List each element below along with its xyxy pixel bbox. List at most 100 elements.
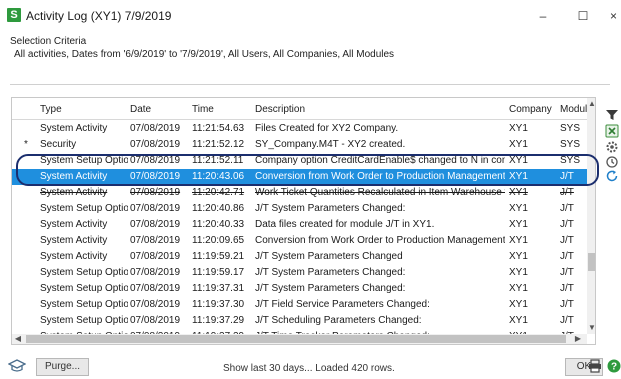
maximize-button[interactable]: ☐ [568, 5, 598, 27]
table-row[interactable]: System Setup Option...07/08/2019 11:19:59… [12, 265, 587, 281]
purge-button[interactable]: Purge... [36, 358, 89, 376]
cell-type: System Setup Option... [40, 299, 128, 310]
refresh-icon[interactable] [605, 169, 619, 183]
cell-company: XY1 [509, 203, 528, 214]
table-row[interactable]: System Setup Option...07/08/2019 11:19:37… [12, 297, 587, 313]
cell-date: 07/08/2019 [130, 123, 181, 134]
column-header-company[interactable]: Company [509, 104, 552, 115]
cell-company: XY1 [509, 283, 528, 294]
activity-log-grid[interactable]: Type Date Time Description Company Modul… [11, 97, 596, 345]
cell-date: 07/08/2019 [130, 299, 181, 310]
cell-time: 11:19:37.29 [192, 315, 245, 326]
table-row[interactable]: System Setup Option...07/08/2019 11:19:37… [12, 281, 587, 297]
cell-company: XY1 [509, 171, 528, 182]
graduation-cap-icon[interactable] [8, 359, 26, 373]
table-row[interactable]: System Activity 07/08/2019 11:21:54.63 File… [12, 121, 587, 137]
cell-time: 11:19:59.21 [192, 251, 245, 262]
cell-company: XY1 [509, 315, 528, 326]
footer-bar: Purge... Show last 30 days... Loaded 420… [0, 352, 621, 379]
cell-time: 11:21:52.11 [192, 155, 244, 166]
close-button[interactable]: × [606, 5, 621, 27]
horizontal-scroll-thumb[interactable] [26, 335, 566, 343]
cell-date: 07/08/2019 [130, 315, 181, 326]
cell-time: 11:21:54.63 [192, 123, 245, 134]
cell-company: XY1 [509, 267, 528, 278]
column-header-date[interactable]: Date [130, 104, 151, 115]
cell-company: XY1 [509, 219, 528, 230]
export-excel-icon[interactable] [605, 124, 619, 138]
cell-type: Security [40, 139, 77, 150]
scroll-right-icon[interactable]: ▶ [572, 334, 584, 344]
cell-description: SY_Company.M4T - XY2 created. [255, 139, 406, 150]
selection-criteria-text: All activities, Dates from '6/9/2019' to… [14, 49, 395, 60]
cell-module: J/T [560, 251, 574, 262]
cell-company: XY1 [509, 251, 528, 262]
settings-gear-icon[interactable] [605, 140, 619, 154]
cell-date: 07/08/2019 [130, 187, 181, 198]
column-header-description[interactable]: Description [255, 104, 305, 115]
cell-company: XY1 [509, 155, 528, 166]
cell-time: 11:21:52.12 [192, 139, 245, 150]
cell-date: 07/08/2019 [130, 251, 181, 262]
table-row[interactable]: System Activity 07/08/2019 11:19:59.21 J/T … [12, 249, 587, 265]
svg-text:?: ? [611, 362, 617, 373]
cell-module: SYS [560, 139, 581, 150]
cell-time: 11:19:37.30 [192, 299, 245, 310]
grid-header: Type Date Time Description Company Modul… [12, 98, 593, 120]
cell-date: 07/08/2019 [130, 283, 181, 294]
vertical-scroll-thumb[interactable] [588, 253, 595, 271]
cell-company: XY1 [509, 187, 528, 198]
cell-mark: * [24, 139, 28, 150]
cell-description: Company option CreditCardEnable$ changed… [255, 155, 505, 166]
cell-module: J/T [560, 235, 574, 246]
table-row[interactable]: * Security 07/08/2019 11:21:52.12 SY_Company… [12, 137, 587, 153]
cell-module: J/T [560, 171, 574, 182]
status-text: Show last 30 days... Loaded 420 rows. [223, 363, 395, 374]
cell-description: J/T System Parameters Changed: [255, 203, 406, 214]
cell-module: J/T [560, 203, 574, 214]
scroll-left-icon[interactable]: ◀ [12, 334, 24, 344]
cell-description: J/T System Parameters Changed: [255, 267, 406, 278]
cell-description: Data files created for module J/T in XY1… [255, 219, 435, 230]
cell-date: 07/08/2019 [130, 203, 181, 214]
cell-time: 11:20:09.65 [192, 235, 245, 246]
cell-module: J/T [560, 267, 574, 278]
cell-description: Conversion from Work Order to Production… [255, 235, 505, 246]
vertical-scrollbar[interactable]: ▲ ▼ [587, 98, 595, 334]
cell-type: System Setup Option... [40, 267, 128, 278]
cell-module: J/T [560, 187, 574, 198]
cell-date: 07/08/2019 [130, 219, 181, 230]
cell-type: System Activity [40, 251, 108, 262]
cell-description: Work Ticket Quantities Recalculated in I… [255, 187, 505, 198]
column-header-type[interactable]: Type [40, 104, 62, 115]
cell-time: 11:19:59.17 [192, 267, 245, 278]
cell-module: SYS [560, 123, 581, 134]
scroll-up-icon[interactable]: ▲ [587, 98, 595, 110]
help-icon[interactable]: ? [607, 359, 621, 373]
table-row[interactable]: System Activity 07/08/2019 11:20:09.65 Conv… [12, 233, 587, 249]
cell-time: 11:19:37.31 [192, 283, 245, 294]
table-row[interactable]: System Setup Option...07/08/2019 11:20:40… [12, 201, 587, 217]
minimize-button[interactable]: – [528, 5, 558, 27]
horizontal-scrollbar[interactable]: ◀ ▶ [12, 334, 587, 344]
cell-type: System Activity [40, 171, 108, 182]
table-row[interactable]: System Activity 07/08/2019 11:20:43.06 Conv… [12, 169, 587, 185]
cell-module: J/T [560, 315, 574, 326]
table-row[interactable]: System Activity 07/08/2019 11:20:42.71 Work… [12, 185, 587, 201]
cell-description: J/T Scheduling Parameters Changed: [255, 315, 422, 326]
window-title: Activity Log (XY1) 7/9/2019 [26, 9, 172, 23]
table-row[interactable]: System Setup Optio... 07/08/2019 11:21:52.… [12, 153, 587, 169]
cell-company: XY1 [509, 123, 528, 134]
cell-description: J/T Field Service Parameters Changed: [255, 299, 430, 310]
selection-criteria-label: Selection Criteria [10, 36, 87, 47]
scroll-down-icon[interactable]: ▼ [587, 322, 595, 334]
table-row[interactable]: System Activity 07/08/2019 11:20:40.33 Data… [12, 217, 587, 233]
cell-type: System Setup Option... [40, 283, 128, 294]
table-row[interactable]: System Setup Option...07/08/2019 11:19:37… [12, 313, 587, 329]
column-header-time[interactable]: Time [192, 104, 214, 115]
filter-icon[interactable] [605, 108, 619, 122]
cell-type: System Setup Option... [40, 315, 128, 326]
printer-icon[interactable] [588, 359, 602, 373]
cell-company: XY1 [509, 139, 528, 150]
history-icon[interactable] [605, 155, 619, 169]
